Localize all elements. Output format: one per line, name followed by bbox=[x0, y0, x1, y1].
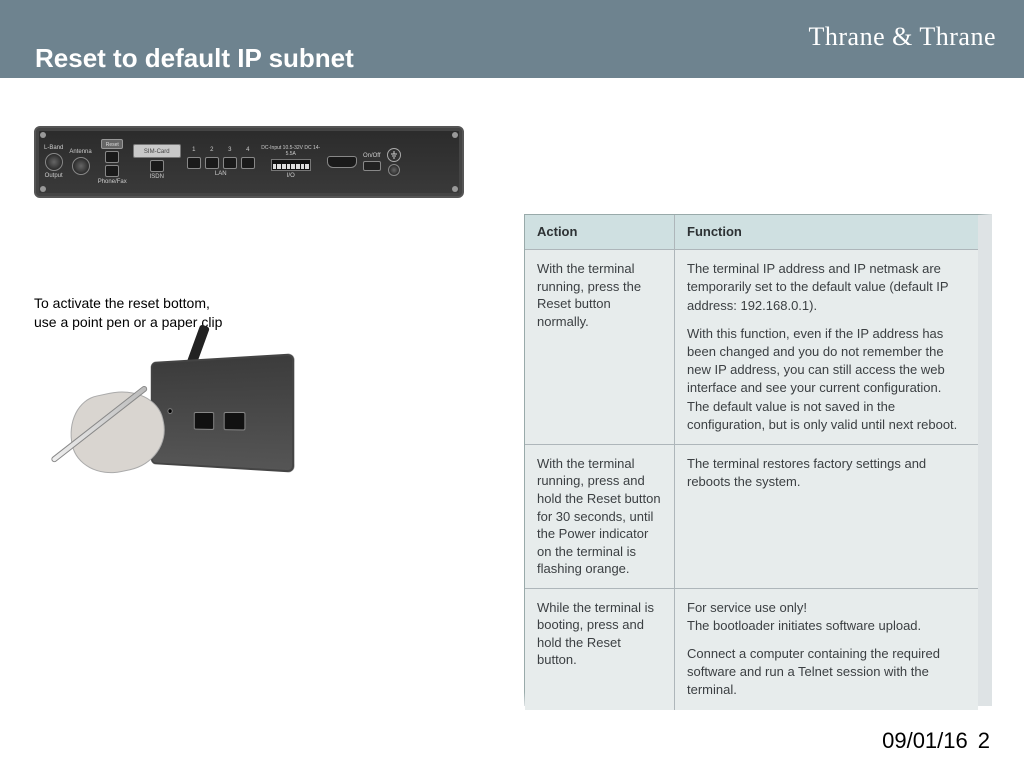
reset-instruction-text: To activate the reset bottom, use a poin… bbox=[34, 294, 324, 332]
antenna-connector-icon bbox=[72, 157, 90, 175]
col-header-function: Function bbox=[675, 215, 978, 249]
modem-body-icon bbox=[151, 353, 295, 472]
sim-slot-icon: SIM-Card bbox=[133, 144, 181, 158]
reset-label: Reset Phone/Fax bbox=[98, 139, 127, 185]
function-cell: The terminal IP address and IP netmask a… bbox=[675, 250, 978, 444]
lband-output-label: L-Band Output bbox=[44, 145, 63, 179]
function-text: The terminal restores factory settings a… bbox=[687, 455, 964, 491]
dcinput-io-label: DC-Input 10.5-32V DC 14-5.5A I/O bbox=[261, 145, 321, 179]
function-text: For service use only! The bootloader ini… bbox=[687, 599, 964, 635]
phonefax-port-icon bbox=[105, 151, 119, 163]
action-cell: With the terminal running, press and hol… bbox=[525, 445, 675, 588]
dip-switch-icon bbox=[271, 159, 311, 171]
port2-icon bbox=[224, 412, 246, 431]
ground-label bbox=[387, 148, 401, 176]
footer: 09/01/16 2 bbox=[882, 728, 990, 754]
onoff-switch-icon bbox=[363, 161, 381, 171]
reset-instruction-block: To activate the reset bottom, use a poin… bbox=[34, 294, 324, 498]
phonefax-port2-icon bbox=[105, 165, 119, 177]
sim-isdn-label: SIM-Card ISDN bbox=[133, 144, 181, 180]
page-title: Reset to default IP subnet bbox=[35, 43, 354, 74]
table-row: While the terminal is booting, press and… bbox=[525, 589, 978, 710]
function-cell: The terminal restores factory settings a… bbox=[675, 445, 978, 588]
lan1-port-icon bbox=[187, 157, 201, 169]
action-cell: While the terminal is booting, press and… bbox=[525, 589, 675, 710]
table-row: With the terminal running, press the Res… bbox=[525, 250, 978, 445]
device-rear-panel-illustration: L-Band Output Antenna Reset Phone/Fax SI… bbox=[34, 126, 464, 198]
table-row: With the terminal running, press and hol… bbox=[525, 445, 978, 589]
footer-page-number: 2 bbox=[978, 728, 990, 753]
onoff-label: On/Off bbox=[363, 153, 381, 171]
ground-stud-icon bbox=[388, 164, 400, 176]
reset-illustration bbox=[52, 338, 292, 498]
antenna-label: Antenna bbox=[69, 149, 91, 175]
function-text: The terminal IP address and IP netmask a… bbox=[687, 260, 964, 315]
isdn-port-icon bbox=[150, 160, 164, 172]
header-bar: Thrane & Thrane Reset to default IP subn… bbox=[0, 0, 1024, 78]
brand-logo: Thrane & Thrane bbox=[809, 22, 997, 52]
lan2-port-icon bbox=[205, 157, 219, 169]
content-area: L-Band Output Antenna Reset Phone/Fax SI… bbox=[0, 78, 1024, 768]
lan-block-label: 1 2 3 4 LAN bbox=[187, 147, 255, 177]
dsub-icon bbox=[327, 156, 357, 168]
col-header-action: Action bbox=[525, 215, 675, 249]
function-cell: For service use only! The bootloader ini… bbox=[675, 589, 978, 710]
lan3-port-icon bbox=[223, 157, 237, 169]
reset-port-icon: Reset bbox=[101, 139, 123, 149]
table-header-row: Action Function bbox=[525, 215, 978, 250]
lan4-port-icon bbox=[241, 157, 255, 169]
action-cell: With the terminal running, press the Res… bbox=[525, 250, 675, 444]
ground-icon bbox=[387, 148, 401, 162]
lband-connector-icon bbox=[45, 153, 63, 171]
function-text: With this function, even if the IP addre… bbox=[687, 325, 964, 434]
function-table: Action Function With the terminal runnin… bbox=[524, 214, 992, 706]
dsub-connector bbox=[327, 156, 357, 168]
port1-icon bbox=[194, 412, 214, 430]
reset-pinhole-icon bbox=[167, 408, 172, 414]
footer-date: 09/01/16 bbox=[882, 728, 968, 753]
function-text: Connect a computer containing the requir… bbox=[687, 645, 964, 700]
